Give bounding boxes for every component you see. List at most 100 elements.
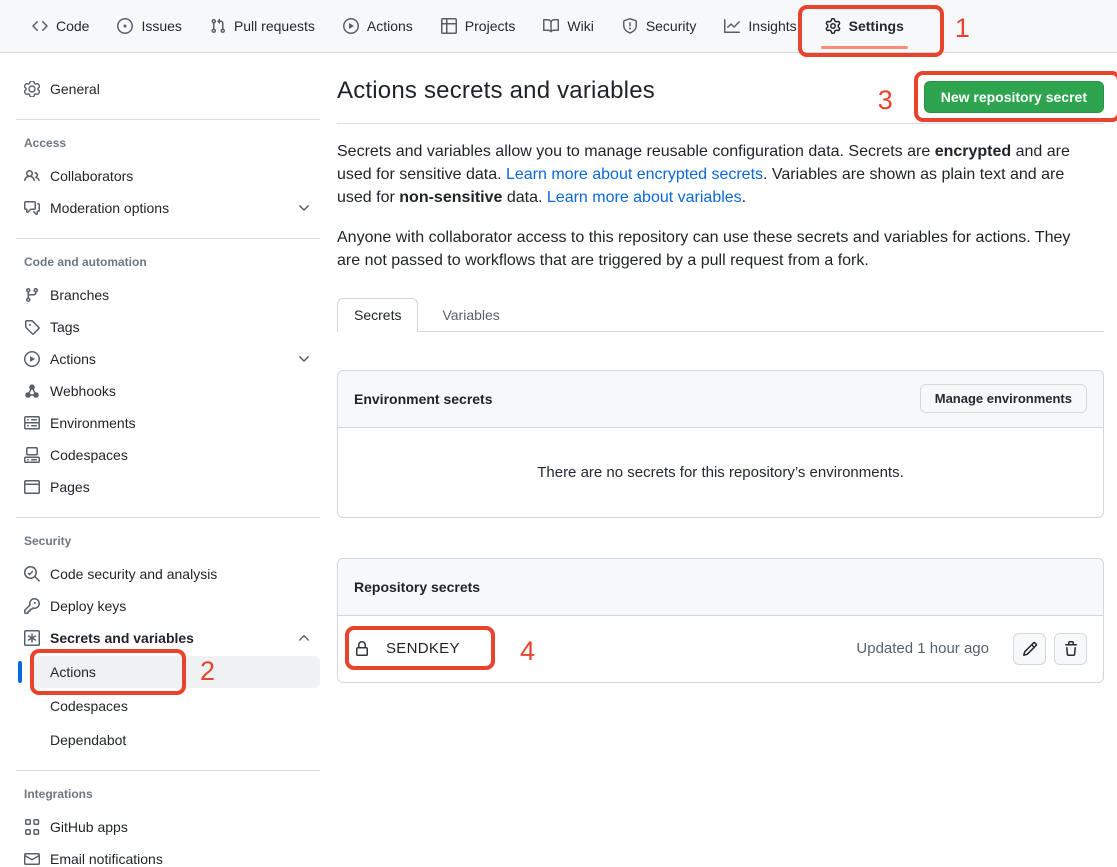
nav-tab-settings[interactable]: Settings 1 [811, 0, 918, 52]
shield-icon [622, 18, 638, 34]
code-icon [32, 18, 48, 34]
nav-tab-wiki[interactable]: Wiki [529, 0, 607, 52]
trash-icon [1063, 641, 1079, 657]
new-repository-secret-button[interactable]: New repository secret [924, 81, 1104, 113]
sidebar-item-codespaces[interactable]: Codespaces [16, 439, 320, 471]
annotation-number-1: 1 [955, 15, 970, 42]
sidebar-item-moderation-options[interactable]: Moderation options [16, 192, 320, 224]
sidebar-divider [16, 517, 320, 518]
git-branch-icon [24, 287, 40, 303]
sidebar-divider [16, 238, 320, 239]
sidebar-item-secrets-and-variables[interactable]: Secrets and variables [16, 622, 320, 654]
link-learn-variables[interactable]: Learn more about variables [547, 189, 742, 206]
nav-tab-pull-requests[interactable]: Pull requests [196, 0, 329, 52]
sidebar-item-collaborators[interactable]: Collaborators [16, 160, 320, 192]
tab-variables[interactable]: Variables [426, 298, 515, 331]
active-sidebar-indicator [18, 661, 22, 683]
chevron-down-icon [296, 351, 312, 367]
webhook-icon [24, 383, 40, 399]
lock-icon [354, 641, 370, 657]
annotation-number-4: 4 [520, 638, 535, 665]
secret-updated-text: Updated 1 hour ago [856, 640, 989, 657]
environment-secrets-title: Environment secrets [354, 391, 493, 407]
secret-name-wrap: SENDKEY 4 [354, 640, 482, 657]
chevron-up-icon [296, 630, 312, 646]
table-icon [441, 18, 457, 34]
nav-tab-actions[interactable]: Actions [329, 0, 427, 52]
link-learn-encrypted-secrets[interactable]: Learn more about encrypted secrets [506, 166, 763, 183]
sidebar-item-github-apps[interactable]: GitHub apps [16, 811, 320, 843]
sidebar-item-general[interactable]: General [16, 73, 320, 105]
main-content: Actions secrets and variables New reposi… [337, 53, 1117, 683]
pencil-icon [1022, 641, 1038, 657]
graph-icon [724, 18, 740, 34]
nav-tab-projects[interactable]: Projects [427, 0, 530, 52]
sidebar-item-environments[interactable]: Environments [16, 407, 320, 439]
new-secret-button-wrap: New repository secret 3 [924, 81, 1104, 113]
secret-name: SENDKEY [386, 640, 460, 657]
play-icon [24, 351, 40, 367]
sidebar-subitem-dependabot[interactable]: Dependabot [32, 724, 320, 756]
sidebar-subitem-codespaces[interactable]: Codespaces [32, 690, 320, 722]
sidebar-item-pages[interactable]: Pages [16, 471, 320, 503]
sidebar-item-code-security[interactable]: Code security and analysis [16, 558, 320, 590]
sidebar-item-tags[interactable]: Tags [16, 311, 320, 343]
gear-icon [24, 81, 40, 97]
repository-secrets-box: Repository secrets SENDKEY 4 Updated 1 h… [337, 558, 1104, 683]
sidebar-item-branches[interactable]: Branches [16, 279, 320, 311]
nav-tab-insights[interactable]: Insights [710, 0, 810, 52]
description-paragraph-1: Secrets and variables allow you to manag… [337, 140, 1095, 210]
tab-secrets[interactable]: Secrets [337, 298, 418, 332]
play-icon [343, 18, 359, 34]
page-header: Actions secrets and variables New reposi… [337, 77, 1104, 124]
sidebar-divider [16, 770, 320, 771]
delete-secret-button[interactable] [1054, 633, 1087, 665]
secret-row: SENDKEY 4 Updated 1 hour ago [338, 616, 1103, 682]
sidebar-subitem-actions[interactable]: Actions 2 [32, 656, 320, 688]
repository-secrets-header: Repository secrets [338, 559, 1103, 616]
description-paragraph-2: Anyone with collaborator access to this … [337, 226, 1095, 272]
sidebar-item-webhooks[interactable]: Webhooks [16, 375, 320, 407]
key-asterisk-icon [24, 630, 40, 646]
manage-environments-button[interactable]: Manage environments [920, 384, 1087, 413]
nav-tab-code[interactable]: Code [18, 0, 103, 52]
repository-secrets-title: Repository secrets [354, 579, 480, 595]
browser-icon [24, 479, 40, 495]
page-title: Actions secrets and variables [337, 77, 655, 105]
environment-secrets-box: Environment secrets Manage environments … [337, 370, 1104, 518]
server-icon [24, 415, 40, 431]
environment-secrets-empty-message: There are no secrets for this repository… [338, 428, 1103, 517]
repo-tab-bar: Code Issues Pull requests Actions Projec… [0, 0, 1117, 53]
git-pull-request-icon [210, 18, 226, 34]
chevron-down-icon [296, 200, 312, 216]
book-icon [543, 18, 559, 34]
sidebar-item-actions[interactable]: Actions [16, 343, 320, 375]
environment-secrets-header: Environment secrets Manage environments [338, 371, 1103, 428]
mail-icon [24, 851, 40, 867]
issue-opened-icon [117, 18, 133, 34]
sidebar-section-code-automation: Code and automation [16, 255, 320, 269]
secrets-variables-tabnav: Secrets Variables [337, 298, 1104, 332]
settings-sidebar: General Access Collaborators Moderation … [0, 53, 337, 867]
key-icon [24, 598, 40, 614]
sidebar-section-security: Security [16, 534, 320, 548]
active-tab-underline [821, 46, 908, 49]
comment-discussion-icon [24, 200, 40, 216]
people-icon [24, 168, 40, 184]
nav-tab-issues[interactable]: Issues [103, 0, 195, 52]
sidebar-item-email-notifications[interactable]: Email notifications [16, 843, 320, 867]
apps-icon [24, 819, 40, 835]
secret-row-actions: Updated 1 hour ago [856, 633, 1087, 665]
nav-tab-security[interactable]: Security [608, 0, 711, 52]
sidebar-divider [16, 119, 320, 120]
tag-icon [24, 319, 40, 335]
sidebar-section-integrations: Integrations [16, 787, 320, 801]
gear-icon [825, 18, 841, 34]
sidebar-item-deploy-keys[interactable]: Deploy keys [16, 590, 320, 622]
annotation-number-2: 2 [200, 658, 215, 685]
annotation-number-3: 3 [878, 87, 893, 114]
codescan-icon [24, 566, 40, 582]
sidebar-section-access: Access [16, 136, 320, 150]
edit-secret-button[interactable] [1013, 633, 1046, 665]
codespaces-icon [24, 447, 40, 463]
